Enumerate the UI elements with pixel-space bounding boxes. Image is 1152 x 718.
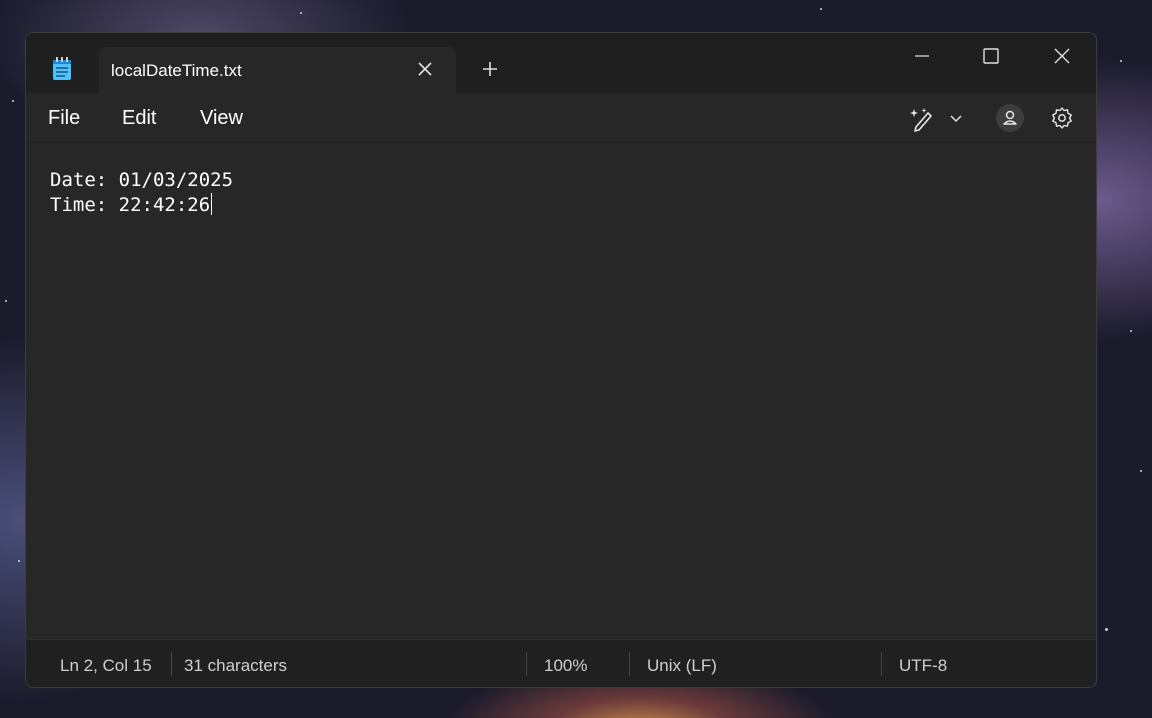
status-divider: [171, 652, 172, 676]
editor-line: Date: 01/03/2025: [50, 169, 234, 191]
text-caret: [211, 193, 213, 215]
line-ending[interactable]: Unix (LF): [647, 656, 717, 676]
text-editor[interactable]: Date: 01/03/2025 Time: 22:42:26: [26, 144, 1096, 639]
menu-file[interactable]: File: [48, 107, 80, 130]
chevron-down-icon[interactable]: [949, 111, 963, 129]
zoom-level[interactable]: 100%: [544, 656, 587, 676]
status-divider: [526, 652, 527, 676]
notepad-icon: [52, 57, 72, 81]
tab-title: localDateTime.txt: [111, 61, 242, 80]
title-bar: localDateTime.txt: [26, 33, 1096, 93]
character-count: 31 characters: [184, 656, 287, 675]
maximize-icon[interactable]: [968, 41, 1014, 71]
gear-icon[interactable]: [1050, 106, 1074, 135]
editor-line: Time: 22:42:26: [50, 193, 1072, 218]
menu-bar: File Edit View: [26, 93, 1096, 143]
status-bar: Ln 2, Col 15 31 characters 100% Unix (LF…: [26, 639, 1096, 687]
notepad-window: localDateTime.txt File Edit View Date: 0…: [25, 32, 1097, 688]
minimize-icon[interactable]: [899, 41, 945, 71]
cursor-position: Ln 2, Col 15: [60, 656, 152, 675]
close-tab-icon[interactable]: [416, 60, 434, 78]
status-divider: [629, 652, 630, 676]
tab-localdatetime[interactable]: localDateTime.txt: [99, 47, 456, 93]
editor-line-text: Time: 22:42:26: [50, 194, 211, 216]
encoding[interactable]: UTF-8: [899, 656, 947, 676]
new-tab-plus-icon[interactable]: [480, 59, 500, 79]
account-icon[interactable]: [996, 104, 1024, 132]
status-divider: [881, 652, 882, 676]
copilot-pen-icon[interactable]: [908, 105, 936, 138]
close-window-icon[interactable]: [1039, 41, 1085, 71]
menu-edit[interactable]: Edit: [122, 107, 156, 130]
menu-view[interactable]: View: [200, 107, 243, 130]
